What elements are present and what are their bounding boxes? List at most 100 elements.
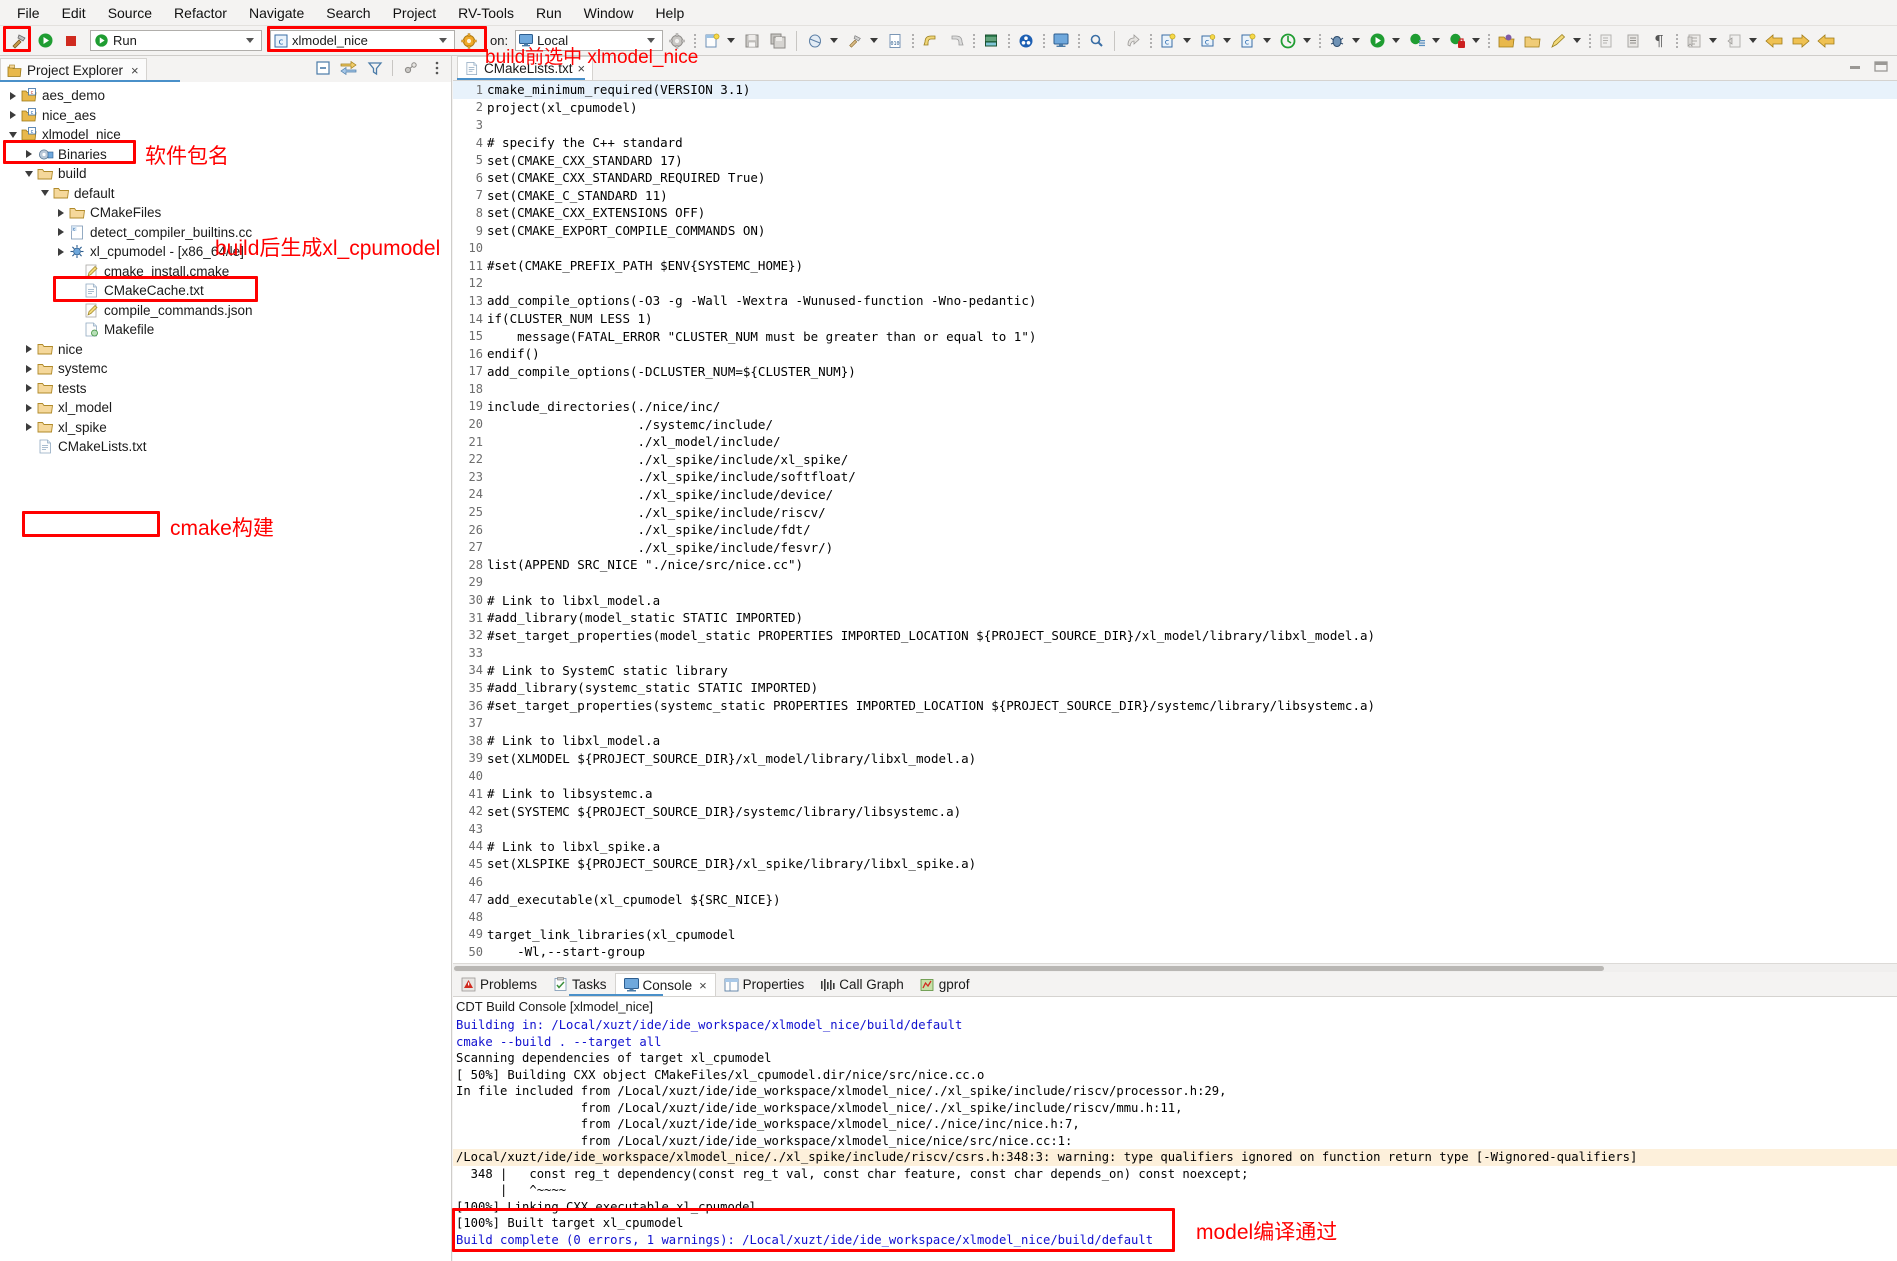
tree-row-cmakelists[interactable]: CMakeLists.txt bbox=[0, 437, 451, 457]
link-with-editor-icon[interactable] bbox=[340, 59, 357, 76]
open-type-icon[interactable] bbox=[1494, 29, 1518, 53]
toolbar-drag-handle[interactable] bbox=[970, 31, 977, 51]
chevron-right-icon[interactable] bbox=[54, 248, 68, 256]
editor-horizontal-scrollbar[interactable] bbox=[453, 963, 1897, 972]
debug-config-dropdown-icon[interactable] bbox=[830, 38, 839, 43]
profile-icon[interactable] bbox=[1405, 29, 1429, 53]
toolbar-drag-handle[interactable] bbox=[1040, 31, 1047, 51]
launch-config-gear-icon[interactable] bbox=[457, 29, 481, 53]
save-icon[interactable] bbox=[740, 29, 764, 53]
stop-icon[interactable] bbox=[59, 29, 83, 53]
debug-icon[interactable] bbox=[1325, 29, 1349, 53]
new-c-project-dropdown-icon[interactable] bbox=[1183, 38, 1192, 43]
menu-item-rv-tools[interactable]: RV-Tools bbox=[447, 2, 525, 24]
tree-row[interactable]: tests bbox=[0, 379, 451, 399]
filter-icon[interactable] bbox=[366, 59, 383, 76]
tab-call-graph[interactable]: Call Graph bbox=[812, 973, 912, 996]
show-whitespace-icon[interactable] bbox=[1621, 29, 1645, 53]
new-c-header-dropdown-icon[interactable] bbox=[1303, 38, 1312, 43]
tree-row[interactable]: systemc bbox=[0, 359, 451, 379]
profile-dropdown-icon[interactable] bbox=[1432, 38, 1441, 43]
menu-item-run[interactable]: Run bbox=[525, 2, 573, 24]
redo-icon[interactable] bbox=[944, 29, 968, 53]
prev-icon[interactable] bbox=[1814, 29, 1838, 53]
toolbar-drag-handle[interactable] bbox=[1586, 31, 1593, 51]
focus-on-active-task-icon[interactable] bbox=[402, 59, 419, 76]
toolbar-drag-handle[interactable] bbox=[1316, 31, 1323, 51]
back-icon[interactable] bbox=[1762, 29, 1786, 53]
chevron-down-icon[interactable] bbox=[22, 171, 36, 177]
toolbar-drag-handle[interactable] bbox=[1485, 31, 1492, 51]
tree-row[interactable]: nice bbox=[0, 340, 451, 360]
menu-item-refactor[interactable]: Refactor bbox=[163, 2, 238, 24]
tree-row[interactable]: c aes_demo bbox=[0, 86, 451, 106]
code-editor[interactable]: 1 cmake_minimum_required(VERSION 3.1) 2 pr… bbox=[453, 81, 1897, 972]
build-hammer-icon[interactable] bbox=[7, 29, 31, 53]
tree-row[interactable]: xl_spike bbox=[0, 418, 451, 438]
database-icon[interactable] bbox=[979, 29, 1003, 53]
new-c-project-icon[interactable]: c bbox=[1156, 29, 1180, 53]
coverage-icon[interactable] bbox=[1445, 29, 1469, 53]
new-c-class-icon[interactable]: c bbox=[1196, 29, 1220, 53]
chevron-right-icon[interactable] bbox=[22, 423, 36, 431]
pencil-dropdown-icon[interactable] bbox=[1573, 38, 1582, 43]
pilcrow-icon[interactable]: ¶ bbox=[1647, 29, 1671, 53]
toolbar-drag-handle[interactable] bbox=[1005, 31, 1012, 51]
link-icon[interactable] bbox=[1014, 29, 1038, 53]
tab-project-explorer[interactable]: Project Explorer × bbox=[0, 58, 147, 82]
menu-item-source[interactable]: Source bbox=[97, 2, 163, 24]
last-edit-icon[interactable] bbox=[1722, 29, 1746, 53]
chevron-right-icon[interactable] bbox=[6, 111, 20, 119]
tree-row[interactable]: Makefile bbox=[0, 320, 451, 340]
chevron-right-icon[interactable] bbox=[22, 365, 36, 373]
chevron-down-icon[interactable] bbox=[439, 38, 447, 43]
menu-item-edit[interactable]: Edit bbox=[51, 2, 97, 24]
toolbar-drag-handle[interactable] bbox=[1147, 31, 1154, 51]
tree-row[interactable]: cmake_install.cmake bbox=[0, 262, 451, 282]
new-dropdown-icon[interactable] bbox=[727, 38, 736, 43]
menu-item-navigate[interactable]: Navigate bbox=[238, 2, 315, 24]
menu-item-project[interactable]: Project bbox=[382, 2, 448, 24]
undo-icon[interactable] bbox=[918, 29, 942, 53]
save-all-icon[interactable] bbox=[766, 29, 790, 53]
launch-config-combo[interactable]: c xlmodel_nice bbox=[270, 30, 455, 51]
next-annotation-icon[interactable] bbox=[1595, 29, 1619, 53]
chevron-down-icon[interactable] bbox=[38, 190, 52, 196]
menu-item-search[interactable]: Search bbox=[315, 2, 381, 24]
open-resource-icon[interactable] bbox=[1520, 29, 1544, 53]
tree-row[interactable]: default bbox=[0, 184, 451, 204]
tree-row[interactable]: c nice_aes bbox=[0, 106, 451, 126]
chevron-right-icon[interactable] bbox=[54, 209, 68, 217]
pencil-icon[interactable] bbox=[1546, 29, 1570, 53]
build-config-icon[interactable] bbox=[843, 29, 867, 53]
bookmark-icon[interactable] bbox=[1682, 29, 1706, 53]
run-icon[interactable] bbox=[33, 29, 57, 53]
collapse-all-icon[interactable] bbox=[314, 59, 331, 76]
new-c-class-dropdown-icon[interactable] bbox=[1223, 38, 1232, 43]
launch-mode-combo[interactable]: Run bbox=[90, 30, 262, 51]
chevron-right-icon[interactable] bbox=[22, 150, 36, 158]
menu-item-window[interactable]: Window bbox=[573, 2, 645, 24]
chevron-right-icon[interactable] bbox=[6, 92, 20, 100]
binary-icon[interactable]: 010 bbox=[883, 29, 907, 53]
tab-gprof[interactable]: gprof bbox=[912, 973, 978, 996]
new-c-file-icon[interactable]: c bbox=[1236, 29, 1260, 53]
chevron-right-icon[interactable] bbox=[22, 384, 36, 392]
view-menu-icon[interactable] bbox=[428, 59, 445, 76]
tab-problems[interactable]: Problems bbox=[453, 973, 545, 996]
menu-item-help[interactable]: Help bbox=[644, 2, 695, 24]
last-edit-dropdown-icon[interactable] bbox=[1749, 38, 1758, 43]
new-c-header-icon[interactable] bbox=[1276, 29, 1300, 53]
tab-tasks[interactable]: Tasks bbox=[545, 973, 615, 996]
toolbar-drag-handle[interactable] bbox=[1673, 31, 1680, 51]
chevron-down-icon[interactable] bbox=[6, 132, 20, 138]
tree-row[interactable]: xl_model bbox=[0, 398, 451, 418]
new-c-file-dropdown-icon[interactable] bbox=[1263, 38, 1272, 43]
new-icon[interactable] bbox=[700, 29, 724, 53]
build-config-dropdown-icon[interactable] bbox=[870, 38, 879, 43]
chevron-right-icon[interactable] bbox=[22, 345, 36, 353]
coverage-dropdown-icon[interactable] bbox=[1472, 38, 1481, 43]
tree-row[interactable]: CMakeCache.txt bbox=[0, 281, 451, 301]
chevron-down-icon[interactable] bbox=[246, 38, 254, 43]
scrollbar-thumb[interactable] bbox=[454, 966, 1604, 971]
